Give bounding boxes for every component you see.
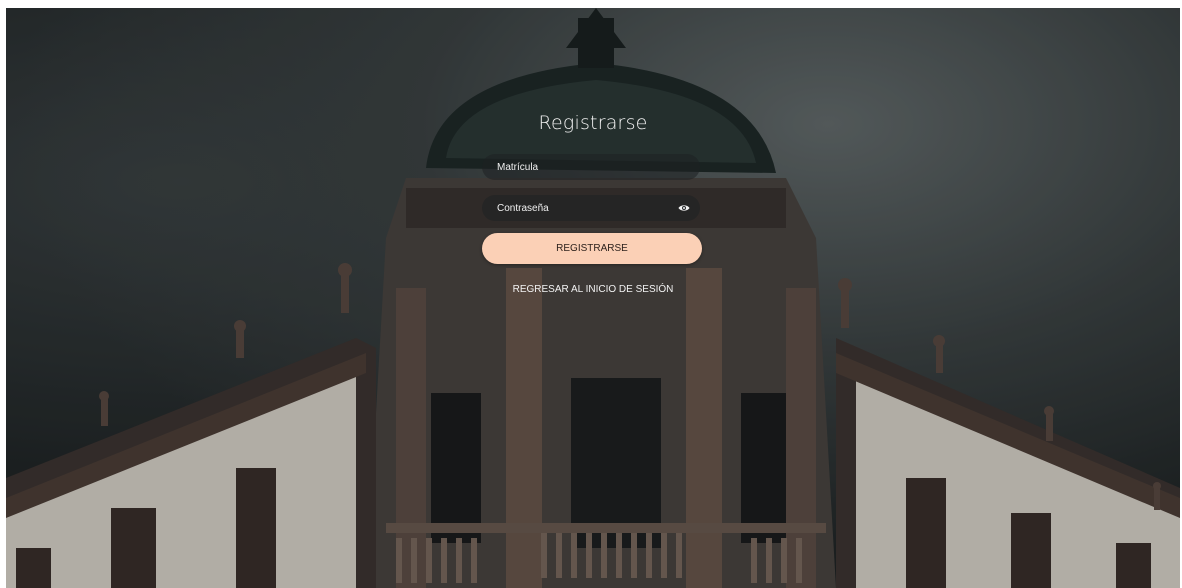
building-illustration (6, 8, 1180, 588)
background-image (6, 8, 1180, 588)
login-page: Registrarse REGISTRARSE REGRESAR AL INIC… (6, 8, 1180, 588)
password-input[interactable] (495, 201, 669, 215)
register-button[interactable]: REGISTRARSE (482, 233, 702, 264)
eye-icon[interactable] (678, 202, 690, 214)
username-field[interactable] (482, 154, 700, 180)
register-title: Registrarse (538, 112, 648, 134)
back-to-login-link[interactable]: REGRESAR AL INICIO DE SESIÓN (6, 284, 1180, 295)
password-field[interactable] (482, 195, 700, 221)
username-input[interactable] (495, 160, 669, 174)
